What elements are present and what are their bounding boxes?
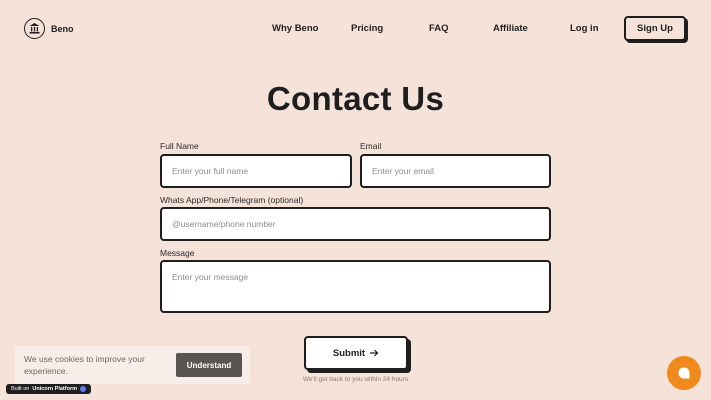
contact-label: Whats App/Phone/Telegram (optional)	[160, 195, 304, 205]
message-textarea[interactable]: Enter your message	[160, 260, 551, 313]
cookie-text: We use cookies to improve your experienc…	[24, 354, 145, 376]
submit-button[interactable]: Submit	[304, 336, 408, 370]
badge-prefix: Built on	[11, 386, 30, 392]
chat-bubble-icon	[678, 367, 690, 379]
built-on-badge[interactable]: Built on Unicorn Platform	[6, 384, 91, 394]
page-title: Contact Us	[266, 80, 445, 117]
brand-logo[interactable]: Beno	[24, 18, 74, 39]
badge-platform-name: Unicorn Platform	[32, 386, 77, 392]
email-label: Email	[360, 141, 382, 151]
arrow-right-icon	[370, 349, 379, 357]
submit-label: Submit	[332, 347, 366, 359]
contact-input[interactable]: @username/phone number	[160, 207, 551, 241]
full-name-input[interactable]: Enter your full name	[160, 154, 352, 188]
sign-up-button[interactable]: Sign Up	[624, 16, 686, 41]
message-label: Message	[160, 248, 195, 258]
cookie-accept-button[interactable]: Understand	[176, 353, 242, 377]
email-input[interactable]: Enter your email	[360, 154, 551, 188]
temple-logo-icon	[24, 18, 45, 39]
nav-affiliate[interactable]: Affiliate	[493, 23, 528, 34]
cookie-banner: We use cookies to improve your experienc…	[15, 346, 250, 384]
chat-widget-button[interactable]	[667, 356, 701, 390]
nav-faq[interactable]: FAQ	[429, 23, 449, 34]
platform-logo-icon	[79, 386, 86, 392]
nav-log-in[interactable]: Log in	[570, 23, 599, 34]
full-name-label: Full Name	[160, 141, 199, 151]
nav-pricing[interactable]: Pricing	[351, 23, 383, 34]
nav-why-beno[interactable]: Why Beno	[272, 23, 318, 34]
brand-name: Beno	[51, 23, 74, 34]
